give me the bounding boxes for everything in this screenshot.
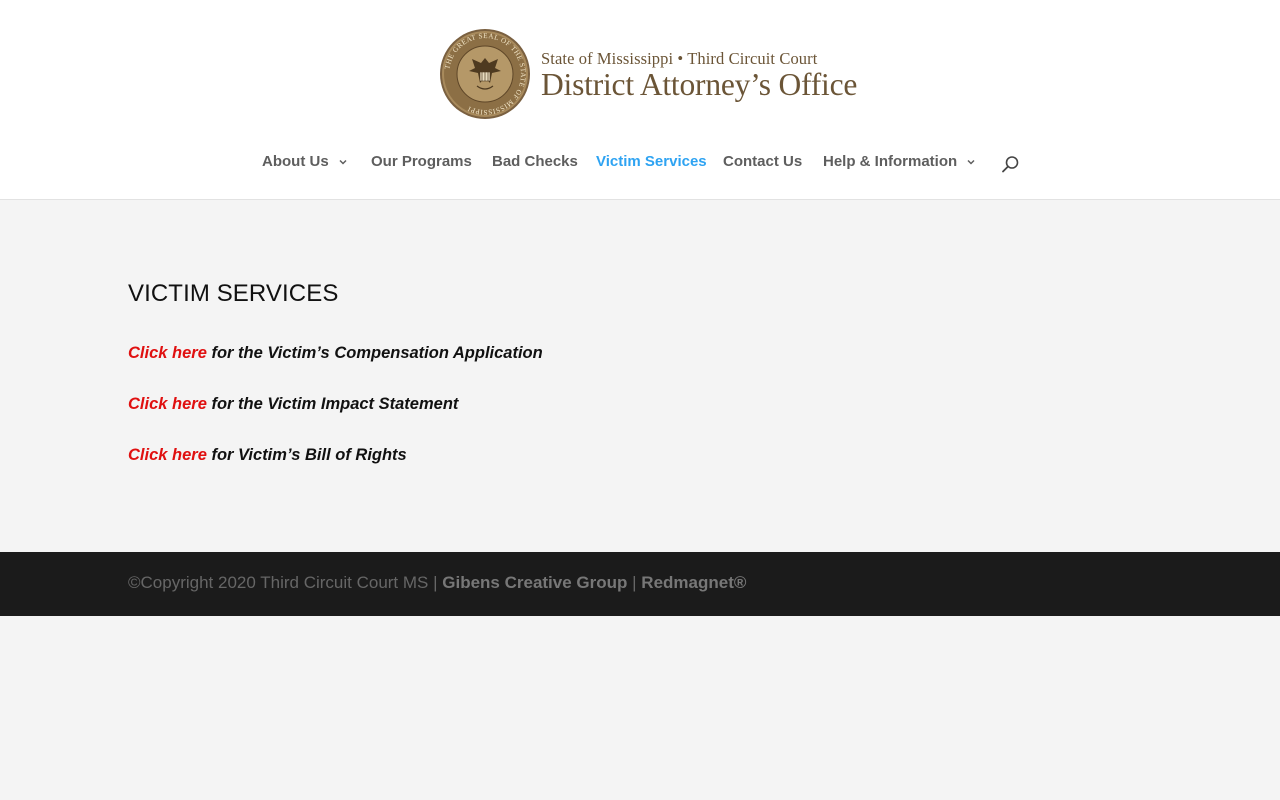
nav-item-label: Victim Services bbox=[596, 153, 707, 170]
logo-title: District Attorney’s Office bbox=[541, 66, 858, 102]
nav-item-label: Our Programs bbox=[371, 153, 472, 170]
link-description: for the Victim Impact Statement bbox=[206, 395, 459, 413]
gibens-creative-group-link[interactable]: Gibens Creative Group bbox=[442, 573, 627, 592]
redmagnet-link[interactable]: Redmagnet® bbox=[641, 573, 746, 592]
bill-of-rights-link[interactable]: Click here bbox=[128, 446, 207, 464]
logo-subtitle: State of Mississippi • Third Circuit Cou… bbox=[541, 48, 818, 68]
logo-text: State of Mississippi • Third Circuit Cou… bbox=[541, 48, 857, 101]
list-item: Click here for the Victim Impact Stateme… bbox=[128, 395, 458, 414]
site-header: THE GREAT SEAL OF THE STATE OF MISSISSIP… bbox=[0, 0, 1280, 200]
list-item: Click here for the Victim’s Compensation… bbox=[128, 344, 543, 363]
nav-item-our-programs[interactable]: Our Programs bbox=[371, 153, 472, 170]
page-title: VICTIM SERVICES bbox=[128, 280, 339, 307]
chevron-down-icon bbox=[339, 159, 347, 165]
state-seal-icon: THE GREAT SEAL OF THE STATE OF MISSISSIP… bbox=[440, 29, 530, 119]
site-logo[interactable]: THE GREAT SEAL OF THE STATE OF MISSISSIP… bbox=[439, 28, 857, 120]
nav-item-help-information[interactable]: Help & Information bbox=[823, 153, 976, 170]
compensation-application-link[interactable]: Click here bbox=[128, 344, 207, 362]
search-icon[interactable] bbox=[1001, 155, 1020, 174]
footer-copyright: ©Copyright 2020 Third Circuit Court MS |… bbox=[128, 573, 746, 593]
site-footer: ©Copyright 2020 Third Circuit Court MS |… bbox=[0, 552, 1280, 616]
list-item: Click here for Victim’s Bill of Rights bbox=[128, 446, 407, 465]
nav-item-victim-services[interactable]: Victim Services bbox=[596, 153, 707, 170]
copyright-text: ©Copyright 2020 Third Circuit Court MS | bbox=[128, 573, 443, 592]
footer-separator: | bbox=[627, 573, 642, 592]
link-description: for Victim’s Bill of Rights bbox=[206, 446, 407, 464]
impact-statement-link[interactable]: Click here bbox=[128, 395, 207, 413]
nav-item-label: Contact Us bbox=[723, 153, 803, 170]
nav-item-label: About Us bbox=[262, 153, 329, 170]
nav-item-bad-checks[interactable]: Bad Checks bbox=[492, 153, 578, 170]
main-nav: About Us Our Programs Bad Checks Victim … bbox=[0, 153, 1280, 177]
nav-item-label: Bad Checks bbox=[492, 153, 578, 170]
link-description: for the Victim’s Compensation Applicatio… bbox=[206, 344, 543, 362]
nav-item-label: Help & Information bbox=[823, 153, 958, 170]
main-content: VICTIM SERVICES Click here for the Victi… bbox=[128, 279, 1152, 464]
nav-item-contact-us[interactable]: Contact Us bbox=[723, 153, 802, 170]
nav-item-about-us[interactable]: About Us bbox=[262, 153, 348, 170]
chevron-down-icon bbox=[967, 159, 975, 165]
